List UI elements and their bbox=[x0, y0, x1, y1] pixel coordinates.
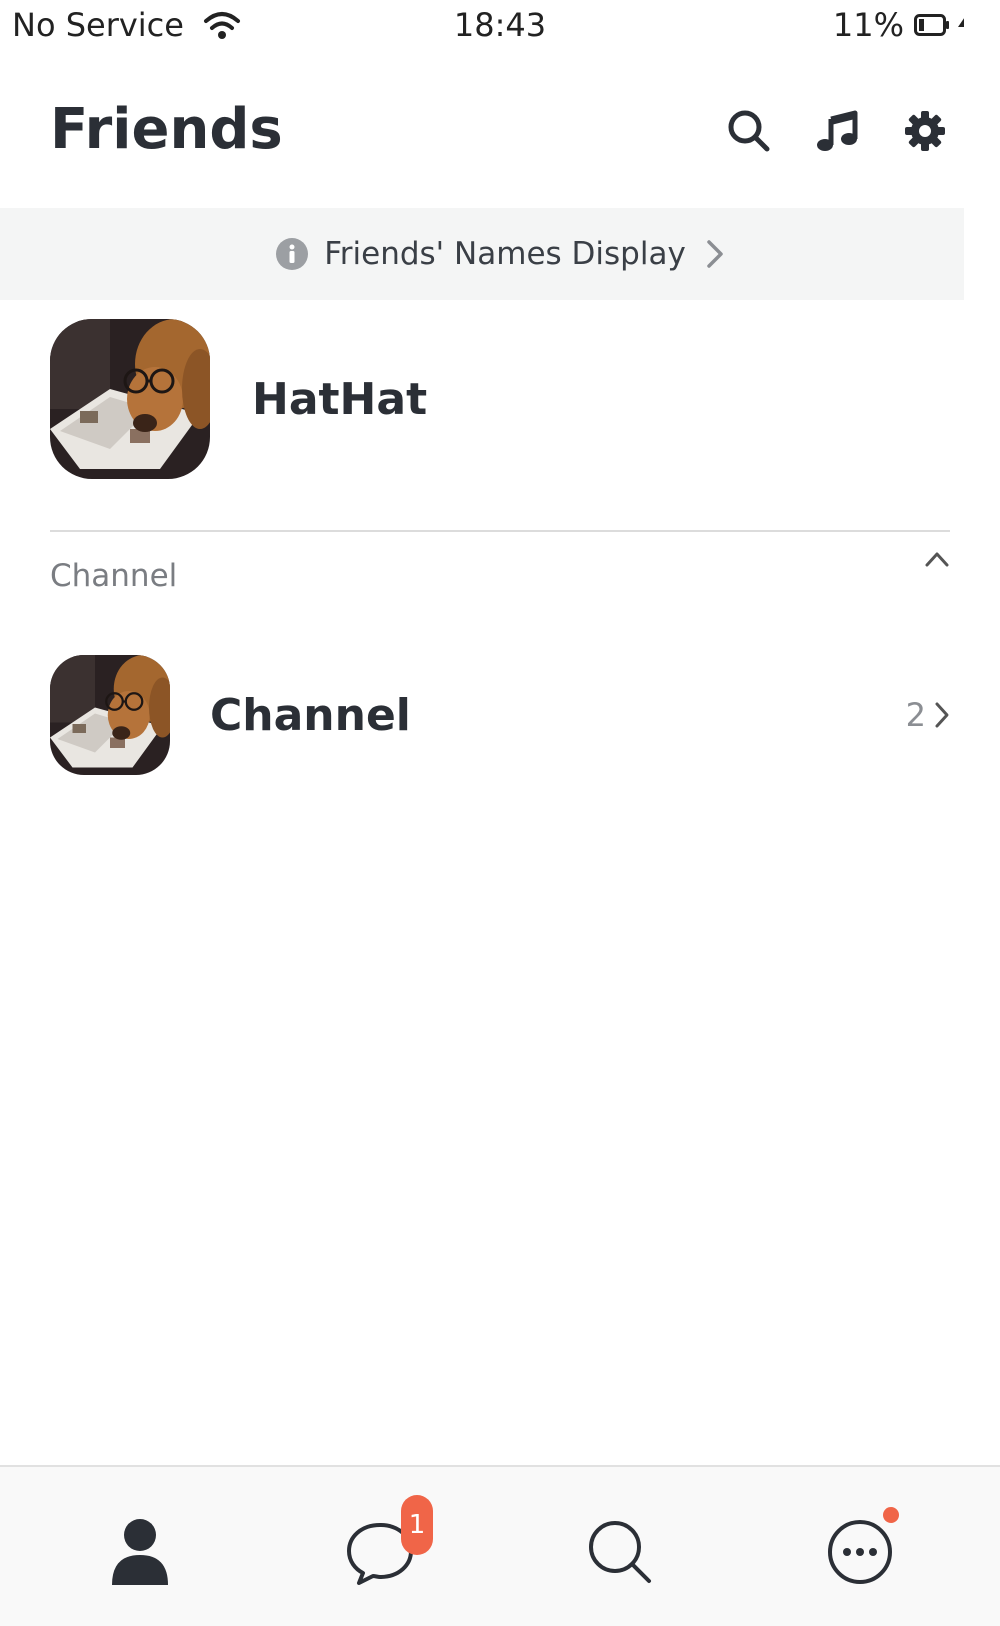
header: Friends bbox=[0, 90, 1000, 170]
search-icon bbox=[589, 1521, 651, 1583]
channel-count: 2 bbox=[905, 696, 926, 734]
more-icon bbox=[828, 1520, 892, 1584]
gear-icon bbox=[905, 111, 945, 151]
header-actions bbox=[688, 104, 952, 158]
section-title: Channel bbox=[50, 558, 178, 594]
divider bbox=[50, 530, 950, 532]
friends-screen: No Service 18:43 11% Friends Friends' Na… bbox=[0, 0, 1000, 1626]
chevron-right-icon bbox=[935, 702, 949, 728]
notification-dot bbox=[883, 1507, 899, 1523]
channel-name: Channel bbox=[210, 689, 411, 741]
profile-name: HatHat bbox=[252, 373, 428, 425]
battery-icon bbox=[914, 14, 949, 36]
channel-section-header[interactable]: Channel bbox=[50, 550, 950, 610]
settings-button[interactable] bbox=[898, 104, 952, 158]
nav-discover[interactable] bbox=[575, 1507, 665, 1597]
collapse-toggle[interactable] bbox=[924, 550, 950, 572]
page-title: Friends bbox=[50, 97, 283, 162]
channel-row[interactable]: Channel 2 bbox=[50, 654, 950, 776]
unread-badge: 1 bbox=[401, 1495, 433, 1555]
status-bar: No Service 18:43 11% bbox=[0, 0, 1000, 56]
banner-label: Friends' Names Display bbox=[324, 236, 686, 272]
chevron-up-icon bbox=[925, 552, 949, 567]
avatar bbox=[50, 319, 210, 479]
nav-chats[interactable]: 1 bbox=[335, 1495, 433, 1597]
search-button[interactable] bbox=[722, 104, 776, 158]
music-icon bbox=[817, 110, 858, 151]
status-right: 11% bbox=[833, 6, 980, 44]
music-button[interactable] bbox=[810, 104, 864, 158]
friends-names-display-banner[interactable]: Friends' Names Display bbox=[0, 208, 1000, 300]
bottom-nav: 1 bbox=[0, 1465, 1000, 1626]
search-icon bbox=[728, 110, 770, 152]
channel-avatar bbox=[50, 655, 170, 775]
chevron-right-icon bbox=[706, 239, 724, 269]
info-icon bbox=[276, 238, 309, 270]
right-edge bbox=[964, 0, 1000, 1626]
battery-percentage: 11% bbox=[832, 6, 904, 44]
my-profile-row[interactable]: HatHat bbox=[50, 318, 950, 480]
nav-friends[interactable] bbox=[95, 1507, 185, 1597]
nav-more[interactable] bbox=[815, 1507, 905, 1597]
person-icon bbox=[112, 1519, 168, 1585]
